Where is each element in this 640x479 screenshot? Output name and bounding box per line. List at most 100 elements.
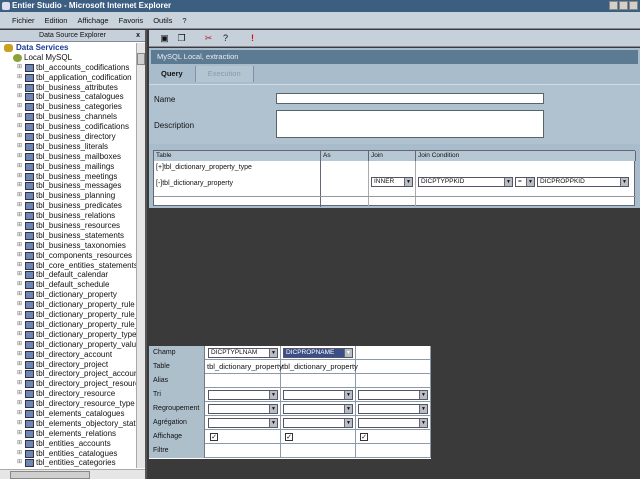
scroll-thumb[interactable] (10, 471, 90, 479)
field-cell[interactable] (281, 374, 356, 388)
chevron-down-icon[interactable]: ▼ (620, 178, 628, 186)
chevron-down-icon[interactable]: ▼ (269, 405, 277, 413)
expand-icon[interactable]: ⊞ (17, 211, 22, 221)
cut-icon[interactable]: ✂ (203, 33, 214, 44)
copy-icon[interactable]: ❐ (176, 33, 187, 44)
expand-icon[interactable]: ⊞ (17, 389, 22, 399)
expand-icon[interactable]: ⊞ (17, 409, 22, 419)
field-cell[interactable]: ▼ (356, 416, 431, 430)
tree-item-table[interactable]: ⊞ tbl_business_catalogues (0, 92, 137, 102)
tree-item-table[interactable]: ⊞ tbl_business_predicates (0, 201, 137, 211)
field-cell[interactable] (281, 444, 356, 458)
expand-icon[interactable]: ⊞ (17, 350, 22, 360)
expand-icon[interactable]: ⊞ (17, 290, 22, 300)
display-checkbox[interactable]: ✓ (285, 433, 293, 441)
chevron-down-icon[interactable]: ▼ (269, 349, 277, 357)
tree-item-table[interactable]: ⊞ tbl_directory_project_resource (0, 379, 137, 389)
tree-item-table[interactable]: ⊞ tbl_dictionary_property_rule_r (0, 310, 137, 320)
tree-item-table[interactable]: ⊞ tbl_directory_resource (0, 389, 137, 399)
join-right-field-select[interactable]: DICPROPPKID ▼ (537, 177, 629, 187)
chevron-down-icon[interactable]: ▼ (344, 405, 352, 413)
agregation-select[interactable]: ▼ (283, 418, 353, 428)
field-cell[interactable]: DICPROPNAME ▼ (281, 346, 356, 360)
tri-select[interactable]: ▼ (208, 390, 278, 400)
tree-item-table[interactable]: ⊞ tbl_elements_catalogues (0, 409, 137, 419)
tree-item-table[interactable]: ⊞ tbl_dictionary_property (0, 290, 137, 300)
expand-icon[interactable]: ⊞ (17, 191, 22, 201)
new-query-icon[interactable]: ▣ (159, 33, 170, 44)
name-input[interactable] (276, 93, 544, 104)
help-icon[interactable]: ? (220, 33, 231, 44)
expand-icon[interactable]: ⊞ (17, 340, 22, 350)
tree-item-table[interactable]: ⊞ tbl_dictionary_property_rule (0, 300, 137, 310)
field-cell[interactable]: ▼ (281, 388, 356, 402)
field-cell[interactable] (206, 374, 281, 388)
expand-icon[interactable]: ⊞ (17, 251, 22, 261)
expand-icon[interactable]: ⊞ (17, 83, 22, 93)
chevron-down-icon[interactable]: ▼ (419, 391, 427, 399)
expand-icon[interactable]: ⊞ (17, 92, 22, 102)
field-cell[interactable] (356, 346, 431, 360)
tree-node-local-mysql[interactable]: Local MySQL (0, 53, 137, 63)
tree-item-table[interactable]: ⊞ tbl_business_directory (0, 132, 137, 142)
chevron-down-icon[interactable]: ▼ (269, 391, 277, 399)
expand-icon[interactable]: ⊞ (17, 241, 22, 251)
expand-icon[interactable]: ⊞ (17, 419, 22, 429)
regroupement-select[interactable]: ▼ (208, 404, 278, 414)
join-operator-select[interactable]: = ▼ (515, 177, 535, 187)
expand-icon[interactable]: ⊞ (17, 261, 22, 271)
tree-item-table[interactable]: ⊞ tbl_directory_project_account (0, 369, 137, 379)
tree-item-table[interactable]: ⊞ tbl_business_mailings (0, 162, 137, 172)
expand-icon[interactable]: ⊞ (17, 122, 22, 132)
display-checkbox[interactable]: ✓ (360, 433, 368, 441)
tree-item-table[interactable]: ⊞ tbl_accounts_codifications (0, 63, 137, 73)
expand-icon[interactable]: ⊞ (17, 73, 22, 83)
tree-item-table[interactable]: ⊞ tbl_directory_project (0, 360, 137, 370)
tri-select[interactable]: ▼ (358, 390, 428, 400)
tree-item-table[interactable]: ⊞ tbl_business_relations (0, 211, 137, 221)
chevron-down-icon[interactable]: ▼ (344, 391, 352, 399)
tree-item-table[interactable]: ⊞ tbl_business_resources (0, 221, 137, 231)
expand-icon[interactable]: ⊞ (17, 320, 22, 330)
expand-icon[interactable]: ⊞ (17, 300, 22, 310)
menu-2[interactable]: Affichage (77, 12, 108, 28)
regroupement-select[interactable]: ▼ (358, 404, 428, 414)
field-cell[interactable]: ▼ (206, 402, 281, 416)
expand-icon[interactable]: ⊞ (17, 162, 22, 172)
tree-item-table[interactable]: ⊞ tbl_business_taxonomies (0, 241, 137, 251)
menu-4[interactable]: Outils (153, 12, 172, 28)
minimize-button[interactable] (609, 1, 618, 10)
menu-5[interactable]: ? (182, 12, 186, 28)
close-button[interactable] (629, 1, 638, 10)
expand-icon[interactable]: ⊞ (17, 201, 22, 211)
tree-item-table[interactable]: ⊞ tbl_elements_relations (0, 429, 137, 439)
expand-icon[interactable]: ⊞ (17, 221, 22, 231)
chevron-down-icon[interactable]: ▼ (526, 178, 534, 186)
expand-icon[interactable]: ⊞ (17, 132, 22, 142)
tree-item-table[interactable]: ⊞ tbl_directory_resource_type (0, 399, 137, 409)
join-type-select[interactable]: INNER ▼ (371, 177, 413, 187)
expand-icon[interactable]: ⊞ (17, 439, 22, 449)
menu-1[interactable]: Edition (45, 12, 68, 28)
field-cell[interactable]: ▼ (206, 416, 281, 430)
tri-select[interactable]: ▼ (283, 390, 353, 400)
field-cell[interactable]: ▼ (206, 388, 281, 402)
field-cell[interactable]: ✓ (356, 430, 431, 444)
tree-item-table[interactable]: ⊞ tbl_entities_accounts (0, 439, 137, 449)
field-cell[interactable]: DICPTYPLNAM ▼ (206, 346, 281, 360)
tree-item-table[interactable]: ⊞ tbl_business_meetings (0, 172, 137, 182)
expand-icon[interactable]: ⊞ (17, 231, 22, 241)
menu-3[interactable]: Favoris (119, 12, 144, 28)
expand-icon[interactable]: ⊞ (17, 172, 22, 182)
expand-icon[interactable]: ⊞ (17, 63, 22, 73)
tree-item-table[interactable]: ⊞ tbl_application_codification (0, 73, 137, 83)
tree-item-table[interactable]: ⊞ tbl_business_attributes (0, 83, 137, 93)
field-cell[interactable]: ✓ (281, 430, 356, 444)
expand-icon[interactable]: ⊞ (17, 270, 22, 280)
tree-item-table[interactable]: ⊞ tbl_business_planning (0, 191, 137, 201)
tree-item-table[interactable]: ⊞ tbl_business_literals (0, 142, 137, 152)
execute-icon[interactable]: ! (247, 33, 258, 44)
expand-icon[interactable]: ⊞ (17, 142, 22, 152)
field-select[interactable]: DICPTYPLNAM ▼ (208, 348, 278, 358)
expand-icon[interactable]: ⊞ (17, 399, 22, 409)
